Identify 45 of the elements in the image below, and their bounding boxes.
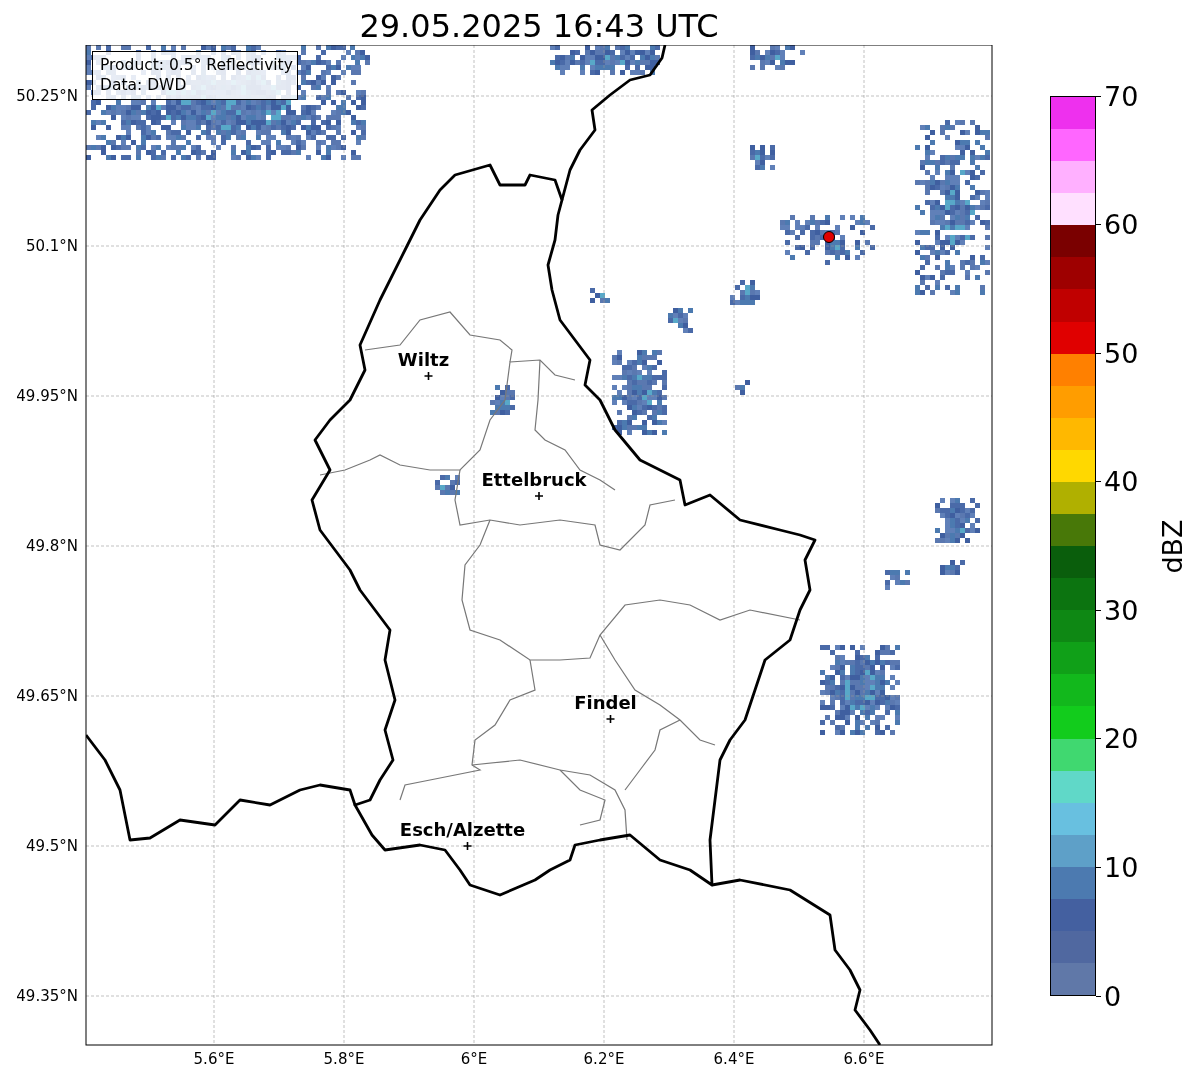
precipitation-echo (750, 145, 775, 170)
precipitation-echo (935, 498, 980, 543)
latitude-label: 50.25°N (16, 87, 78, 105)
precipitation-echo (435, 475, 460, 495)
scale-tick-label: 20 (1104, 723, 1139, 755)
scale-tick-label: 30 (1104, 594, 1139, 626)
scale-tick-label: 50 (1104, 337, 1139, 369)
latitude-label: 49.35°N (16, 987, 78, 1005)
scale-tick-label: 60 (1104, 209, 1139, 241)
city-marker-icon (605, 714, 616, 724)
precipitation-echo (668, 308, 693, 333)
precipitation-echo (590, 288, 610, 303)
latitude-label: 49.65°N (16, 687, 78, 705)
latitude-label: 49.8°N (25, 537, 78, 555)
scale-unit-label: dBZ (1156, 518, 1184, 574)
latitude-label: 49.95°N (16, 387, 78, 405)
precipitation-echo (940, 560, 965, 575)
city-marker-icon (534, 491, 544, 501)
city-label: Ettelbruck (481, 469, 587, 490)
latitude-label: 49.5°N (25, 837, 78, 855)
longitude-label: 6.6°E (843, 1050, 885, 1068)
scale-tick-label: 0 (1104, 980, 1122, 1012)
map-title: 29.05.2025 16:43 UTC (358, 6, 720, 45)
scale-tick-label: 70 (1104, 80, 1139, 112)
city-label: Wiltz (397, 349, 450, 370)
city-label: Findel (574, 692, 637, 713)
longitude-label: 5.8°E (323, 1050, 365, 1068)
scale-tick-label: 40 (1104, 466, 1139, 498)
precipitation-echo (750, 45, 805, 70)
precipitation-echo (885, 570, 910, 590)
precipitation-echo (730, 280, 760, 305)
city-marker-icon (423, 371, 434, 381)
legend-text: Data: DWD (100, 75, 188, 95)
legend-text: Product: 0.5° Reflectivity (100, 55, 293, 75)
latitude-label: 50.1°N (25, 237, 78, 255)
precipitation-echo (490, 385, 515, 415)
longitude-label: 6.4°E (713, 1050, 755, 1068)
radar-site-marker (823, 231, 835, 243)
longitude-label: 5.6°E (193, 1050, 235, 1068)
precipitation-echo (735, 380, 750, 395)
scale-tick-label: 10 (1104, 851, 1139, 883)
longitude-label: 6.2°E (583, 1050, 625, 1068)
city-label: Esch/Alzette (399, 819, 526, 840)
longitude-label: 6°E (460, 1050, 488, 1068)
city-marker-icon (462, 841, 473, 851)
